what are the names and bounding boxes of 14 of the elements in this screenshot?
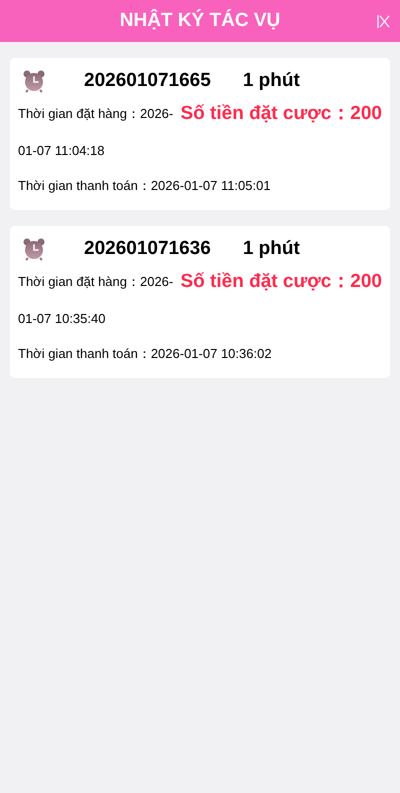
page-title: NHẬT KÝ TÁC VỤ (120, 8, 280, 33)
duration: 1 phút (242, 68, 300, 93)
order-id: 202601071636 (84, 236, 211, 261)
order-id: 202601071665 (84, 68, 211, 93)
duration: 1 phút (242, 236, 300, 261)
order-time: Thời gian đặt hàng：2026-01-07 10:35:40 (18, 274, 174, 326)
close-icon[interactable] (377, 15, 390, 28)
payment-time: Thời gian thanh toán：2026-01-07 10:36:02 (18, 345, 273, 363)
payment-time: Thời gian thanh toán：2026-01-07 11:05:01 (18, 177, 272, 195)
order-time: Thời gian đặt hàng：2026-01-07 11:04:18 (18, 106, 174, 158)
alarm-clock-icon (22, 69, 46, 93)
bet-amount: Số tiền đặt cược：200 (180, 270, 382, 294)
alarm-clock-icon (22, 237, 46, 261)
bet-amount: Số tiền đặt cược：200 (180, 102, 382, 126)
